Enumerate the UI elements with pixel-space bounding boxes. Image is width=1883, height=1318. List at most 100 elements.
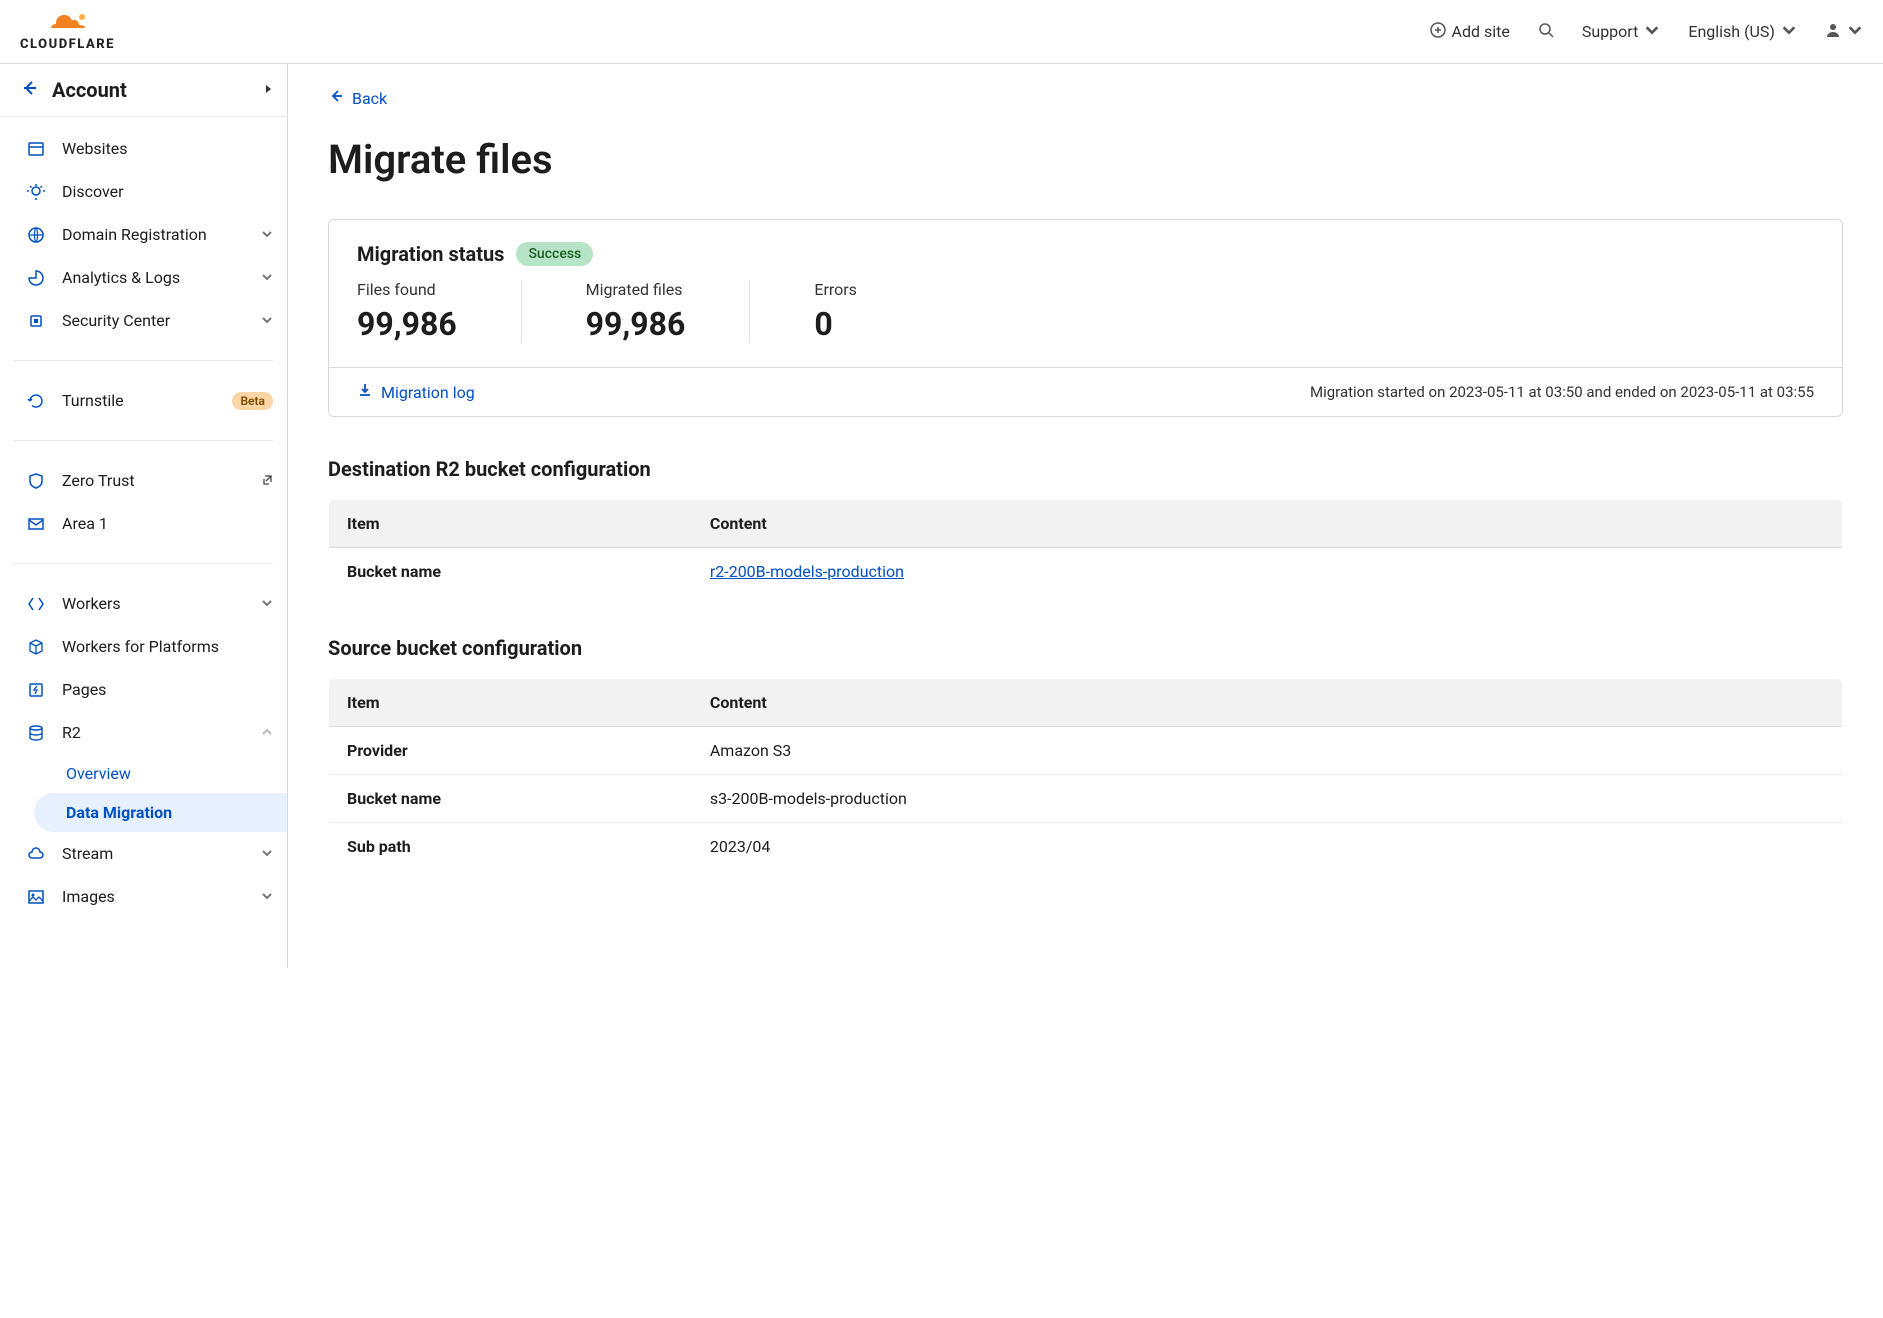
chevron-down-icon — [261, 311, 273, 330]
sidebar-sub-data-migration[interactable]: Data Migration — [34, 793, 287, 832]
sidebar: Account Websites Discover Domain Registrat… — [0, 64, 288, 968]
th-content: Content — [692, 679, 1843, 727]
cell-item: Provider — [329, 727, 692, 775]
cell-item: Bucket name — [329, 775, 692, 823]
chevron-down-icon — [261, 225, 273, 244]
table-row: Provider Amazon S3 — [329, 727, 1843, 775]
cube-icon — [24, 638, 48, 656]
support-label: Support — [1582, 22, 1638, 41]
migration-timing: Migration started on 2023-05-11 at 03:50… — [1310, 383, 1814, 401]
user-menu[interactable] — [1825, 22, 1863, 42]
account-label: Account — [52, 78, 263, 102]
status-badge: Success — [516, 242, 593, 266]
sidebar-item-turnstile[interactable]: Turnstile Beta — [0, 379, 287, 422]
window-icon — [24, 140, 48, 158]
cloudflare-logo[interactable]: CLOUDFLARE — [20, 11, 115, 52]
external-link-icon — [261, 471, 273, 490]
stat-value: 99,986 — [357, 305, 457, 343]
chip-icon — [24, 312, 48, 330]
globe-icon — [24, 226, 48, 244]
cell-content: 2023/04 — [710, 837, 771, 856]
download-icon — [357, 382, 373, 402]
db-icon — [24, 724, 48, 742]
nav-label: R2 — [62, 723, 261, 742]
sidebar-item-images[interactable]: Images — [0, 875, 287, 918]
sidebar-item-analytics-logs[interactable]: Analytics & Logs — [0, 256, 287, 299]
bulb-icon — [24, 183, 48, 201]
destination-table: Item Content Bucket namer2-200B-models-p… — [328, 499, 1843, 596]
arrow-left-icon — [20, 79, 38, 101]
image-icon — [24, 888, 48, 906]
stat-label: Errors — [814, 280, 857, 299]
sidebar-item-area-1[interactable]: Area 1 — [0, 502, 287, 545]
sidebar-sub-overview[interactable]: Overview — [62, 754, 287, 793]
nav-label: Images — [62, 887, 261, 906]
sidebar-item-discover[interactable]: Discover — [0, 170, 287, 213]
status-title: Migration status — [357, 242, 504, 266]
chevron-down-icon — [261, 594, 273, 613]
nav-label: Domain Registration — [62, 225, 261, 244]
th-content: Content — [692, 500, 1843, 548]
table-row: Sub path 2023/04 — [329, 823, 1843, 871]
cloud-icon — [45, 11, 89, 35]
nav-divider — [14, 563, 273, 564]
stat-block: Errors0 — [814, 280, 921, 343]
sidebar-item-websites[interactable]: Websites — [0, 127, 287, 170]
brackets-icon — [24, 595, 48, 613]
cloud-icon — [24, 845, 48, 863]
th-item: Item — [329, 679, 692, 727]
topbar: CLOUDFLARE Add site Support English (US) — [0, 0, 1883, 64]
brand-text: CLOUDFLARE — [20, 37, 115, 52]
nav-label: Pages — [62, 680, 273, 699]
nav-label: Workers — [62, 594, 261, 613]
search-button[interactable] — [1538, 22, 1554, 42]
stat-label: Files found — [357, 280, 457, 299]
sidebar-item-r2[interactable]: R2 — [0, 711, 287, 754]
sidebar-item-zero-trust[interactable]: Zero Trust — [0, 459, 287, 502]
source-table: Item Content Provider Amazon S3 Bucket nam… — [328, 678, 1843, 871]
sidebar-item-security-center[interactable]: Security Center — [0, 299, 287, 342]
sidebar-item-workers-for-platforms[interactable]: Workers for Platforms — [0, 625, 287, 668]
account-header[interactable]: Account — [0, 64, 287, 117]
language-dropdown[interactable]: English (US) — [1688, 22, 1797, 42]
page-title: Migrate files — [328, 136, 1843, 183]
nav-label: Websites — [62, 139, 273, 158]
back-link[interactable]: Back — [328, 88, 387, 108]
cell-content: s3-200B-models-production — [710, 789, 907, 808]
back-label: Back — [352, 89, 387, 108]
chevron-down-icon — [261, 723, 273, 742]
sidebar-item-workers[interactable]: Workers — [0, 582, 287, 625]
cell-content: Amazon S3 — [710, 741, 791, 760]
chevron-down-icon — [1781, 22, 1797, 42]
beta-badge: Beta — [232, 392, 273, 410]
chevron-down-icon — [261, 844, 273, 863]
search-icon — [1538, 22, 1554, 42]
support-dropdown[interactable]: Support — [1582, 22, 1660, 42]
sidebar-item-pages[interactable]: Pages — [0, 668, 287, 711]
nav-label: Area 1 — [62, 514, 273, 533]
main-content: Back Migrate files Migration status Succ… — [288, 64, 1883, 968]
stat-block: Files found 99,986 — [357, 280, 522, 343]
add-site-button[interactable]: Add site — [1430, 22, 1510, 42]
nav-label: Security Center — [62, 311, 261, 330]
nav-label: Turnstile — [62, 391, 224, 410]
sidebar-item-stream[interactable]: Stream — [0, 832, 287, 875]
migration-log-link[interactable]: Migration log — [357, 382, 475, 402]
nav-label: Stream — [62, 844, 261, 863]
chevron-down-icon — [1847, 22, 1863, 42]
bucket-link[interactable]: r2-200B-models-production — [710, 562, 904, 581]
migration-log-label: Migration log — [381, 383, 475, 402]
cell-item: Sub path — [329, 823, 692, 871]
migration-status-panel: Migration status Success Files found 99,9… — [328, 219, 1843, 417]
chevron-down-icon — [261, 268, 273, 287]
chevron-down-icon — [261, 887, 273, 906]
add-site-label: Add site — [1452, 22, 1510, 41]
caret-right-icon — [263, 82, 273, 98]
shield-icon — [24, 472, 48, 490]
destination-section-title: Destination R2 bucket configuration — [328, 457, 1843, 481]
sidebar-item-domain-registration[interactable]: Domain Registration — [0, 213, 287, 256]
nav-label: Analytics & Logs — [62, 268, 261, 287]
refresh-icon — [24, 392, 48, 410]
nav-label: Zero Trust — [62, 471, 255, 490]
table-row: Bucket namer2-200B-models-production — [329, 548, 1843, 596]
